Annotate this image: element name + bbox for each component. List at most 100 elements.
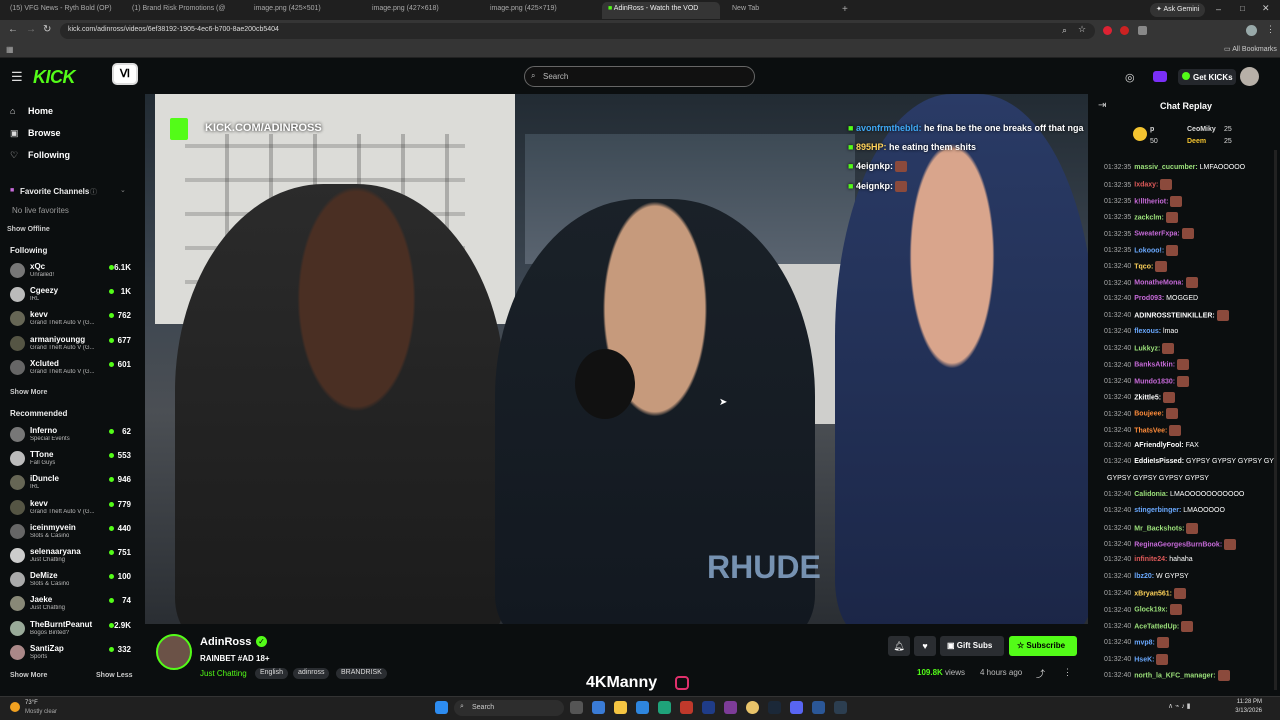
chat-username[interactable]: k!lltheriot: <box>1134 198 1168 205</box>
app-icon[interactable] <box>592 701 605 714</box>
reload-icon[interactable]: ↻ <box>43 24 51 35</box>
chat-username[interactable]: stingerbinger: <box>1134 507 1181 514</box>
profile-avatar[interactable] <box>1246 25 1257 36</box>
channel-row[interactable]: kevv Grand Theft Auto V (G... 762 <box>0 308 145 332</box>
chat-username[interactable]: Glock19x: <box>1134 607 1167 614</box>
extension-icon[interactable] <box>1103 26 1112 35</box>
chat-username[interactable]: Boujeee: <box>1134 411 1164 418</box>
channel-row[interactable]: DeMize Slots & Casino 100 <box>0 569 145 593</box>
channel-row[interactable]: Xcluted Grand Theft Auto V (G... 601 <box>0 357 145 381</box>
chat-username[interactable]: Mr_Backshots: <box>1134 525 1184 532</box>
file-explorer-icon[interactable] <box>614 701 627 714</box>
chat-username[interactable]: AFriendlyFool: <box>1134 442 1183 449</box>
channel-row[interactable]: iDuncle IRL 946 <box>0 472 145 496</box>
gifter-name[interactable]: CeoMiky <box>1187 126 1216 133</box>
chat-username[interactable]: EddieIsPissed: <box>1134 458 1184 465</box>
chat-username[interactable]: Calidonia: <box>1134 491 1168 498</box>
channel-row[interactable]: Inferno Special Events 62 <box>0 424 145 448</box>
channel-row[interactable]: Jaeke Just Chatting 74 <box>0 593 145 617</box>
chat-username[interactable]: ReginaGeorgesBurnBook: <box>1134 541 1222 548</box>
chat-username[interactable]: flexous: <box>1134 328 1161 335</box>
chat-username[interactable]: BanksAtkin: <box>1134 362 1175 369</box>
chat-username[interactable]: Tqco: <box>1134 263 1153 270</box>
nav-home[interactable]: Home <box>28 106 53 116</box>
app-icon[interactable] <box>834 701 847 714</box>
channel-row[interactable]: Cgeezy IRL 1K <box>0 284 145 308</box>
tray-icons[interactable]: ∧ ⌁ ♪ ▮ <box>1168 702 1191 710</box>
chat-username[interactable]: infinite24: <box>1134 556 1167 563</box>
subscription-icon[interactable] <box>1153 71 1167 82</box>
chat-username[interactable]: Lukkyz: <box>1134 345 1160 352</box>
refresh-drops-icon[interactable]: ◎ <box>1125 71 1135 84</box>
channel-row[interactable]: SantiZap Sports 332 <box>0 642 145 666</box>
channel-row[interactable]: selenaaryana Just Chatting 751 <box>0 545 145 569</box>
browser-tab[interactable]: (1) Brand Risk Promotions (@ <box>126 2 236 19</box>
hamburger-menu-icon[interactable]: ☰ <box>11 69 23 85</box>
tag-pill[interactable]: adinross <box>293 668 330 679</box>
chat-username[interactable]: MonatheMona: <box>1134 280 1183 287</box>
app-icon[interactable] <box>724 701 737 714</box>
channel-row[interactable]: iceinmyvein Slots & Casino 440 <box>0 521 145 545</box>
gift-subs-button[interactable]: ▣ Gift Subs <box>940 636 1004 656</box>
channel-row[interactable]: TTone Fall Guys 553 <box>0 448 145 472</box>
windows-start-icon[interactable] <box>435 701 448 714</box>
browser-menu-icon[interactable]: ⋮ <box>1266 24 1275 35</box>
extension-icon[interactable] <box>1120 26 1129 35</box>
apps-grid-icon[interactable]: ▦ <box>6 45 14 54</box>
tag-pill[interactable]: BRANDRISK <box>336 668 387 679</box>
video-player[interactable]: RHUDE KICK.COM/ADINROSS ■ avonfrmthebld:… <box>145 94 1088 624</box>
discord-icon[interactable] <box>790 701 803 714</box>
app-icon[interactable] <box>702 701 715 714</box>
chat-username[interactable]: SweaterFxpa: <box>1134 231 1180 238</box>
chat-scrollbar[interactable] <box>1274 150 1277 690</box>
more-options-icon[interactable]: ⋮ <box>1063 667 1072 678</box>
chat-username[interactable]: Mundo1830: <box>1134 378 1175 385</box>
share-icon[interactable]: ⤴ <box>1036 667 1045 680</box>
browser-tab[interactable]: image.png (427×618) <box>366 2 476 19</box>
show-less-recommended[interactable]: Show Less <box>96 672 133 679</box>
edge-icon[interactable] <box>658 701 671 714</box>
browser-tab-active[interactable]: ■ AdinRoss - Watch the VOD <box>602 2 720 19</box>
chat-username[interactable]: xBryan561: <box>1134 590 1172 597</box>
chat-username[interactable]: zackclm: <box>1134 214 1164 221</box>
app-icon[interactable] <box>636 701 649 714</box>
category-link[interactable]: Just Chatting <box>200 669 247 678</box>
app-icon[interactable] <box>812 701 825 714</box>
ask-gemini-button[interactable]: ✦ Ask Gemini <box>1150 3 1206 17</box>
show-more-recommended[interactable]: Show More <box>10 672 47 679</box>
channel-row[interactable]: armaniyoungg Grand Theft Auto V (G... 677 <box>0 333 145 357</box>
close-window-button[interactable]: ✕ <box>1262 3 1270 14</box>
steam-icon[interactable] <box>768 701 781 714</box>
extension-icon[interactable] <box>1138 26 1147 35</box>
task-view-icon[interactable] <box>570 701 583 714</box>
chat-username[interactable]: ADINROSSTEINKILLER: <box>1134 312 1215 319</box>
user-avatar[interactable] <box>1240 67 1259 86</box>
back-icon[interactable]: ← <box>8 24 18 35</box>
chevron-down-icon[interactable]: ⌄ <box>120 186 126 194</box>
chat-username[interactable]: Zkittle5: <box>1134 394 1161 401</box>
notification-bell-icon[interactable]: 🔔︎ <box>888 636 910 656</box>
collapse-chat-icon[interactable]: ⇥ <box>1098 100 1106 111</box>
show-offline-toggle[interactable]: Show Offline <box>7 226 50 233</box>
channel-row[interactable]: kevv Grand Theft Auto V (G... 779 <box>0 497 145 521</box>
address-bar[interactable]: kick.com/adinross/videos/6ef38192-1905-4… <box>60 23 1095 39</box>
gifter-name[interactable]: Deem <box>1187 138 1206 145</box>
subscribe-button[interactable]: ☆ Subscribe <box>1009 636 1077 656</box>
get-kicks-button[interactable]: Get KICKs <box>1178 69 1236 85</box>
browser-tab[interactable]: image.png (425×719) <box>484 2 594 19</box>
app-icon[interactable] <box>680 701 693 714</box>
all-bookmarks[interactable]: ▭ All Bookmarks <box>1224 45 1277 53</box>
follow-heart-icon[interactable]: ♥ <box>914 636 936 656</box>
nav-following[interactable]: Following <box>28 150 70 160</box>
channel-row[interactable]: TheBurntPeanut Bogos Binted? 2.9K <box>0 618 145 642</box>
bookmark-star-icon[interactable]: ☆ <box>1078 24 1086 35</box>
chat-username[interactable]: AceTattedUp: <box>1134 623 1179 630</box>
chat-username[interactable]: Ixdaxy: <box>1134 182 1158 189</box>
chat-username[interactable]: Lokooo!: <box>1134 247 1164 254</box>
chrome-icon[interactable] <box>746 701 759 714</box>
browser-tab[interactable]: image.png (425×501) <box>248 2 358 19</box>
chat-username[interactable]: mvp8: <box>1134 639 1155 646</box>
chat-username[interactable]: lbz20: <box>1134 573 1154 580</box>
chat-username[interactable]: Prod093: <box>1134 295 1164 302</box>
channel-name[interactable]: AdinRoss <box>200 636 251 648</box>
